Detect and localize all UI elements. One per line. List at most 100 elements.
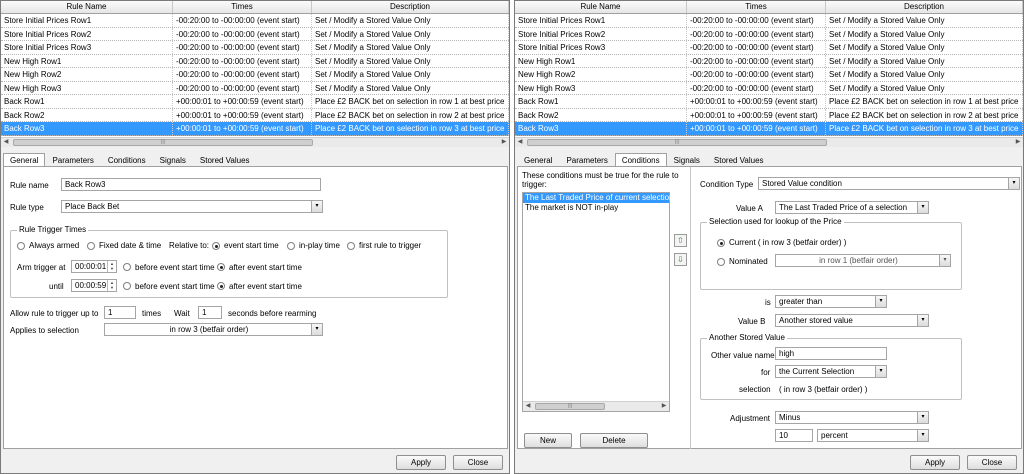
column-header[interactable]: Rule Name bbox=[1, 1, 173, 13]
scroll-right-icon[interactable]: ▶ bbox=[659, 402, 669, 411]
close-button[interactable]: Close bbox=[967, 455, 1017, 470]
table-row[interactable]: Store Initial Prices Row3 -00:20:00 to -0… bbox=[515, 41, 1023, 55]
scrollbar-thumb[interactable]: ||| bbox=[535, 403, 605, 410]
tab-stored-values[interactable]: Stored Values bbox=[707, 153, 771, 167]
tab-parameters[interactable]: Parameters bbox=[559, 153, 614, 167]
column-header[interactable]: Description bbox=[312, 1, 509, 13]
tab-parameters[interactable]: Parameters bbox=[45, 153, 100, 167]
apply-button[interactable]: Apply bbox=[910, 455, 960, 470]
chevron-down-icon[interactable]: ▾ bbox=[939, 255, 950, 266]
chevron-down-icon[interactable]: ▾ bbox=[875, 296, 886, 307]
chevron-down-icon[interactable]: ▾ bbox=[311, 324, 322, 335]
table-row[interactable]: Back Row2 +00:00:01 to +00:00:59 (event s… bbox=[515, 108, 1023, 122]
until-after-radio[interactable] bbox=[217, 282, 225, 290]
rule-name-input[interactable]: Back Row3 bbox=[61, 178, 321, 191]
list-item[interactable]: The Last Traded Price of current selecti… bbox=[523, 193, 674, 203]
table-row[interactable]: New High Row3 -00:20:00 to -00:00:00 (eve… bbox=[515, 81, 1023, 95]
delete-condition-button[interactable]: Delete bbox=[580, 433, 648, 448]
scroll-left-icon[interactable]: ◀ bbox=[523, 402, 533, 411]
time-spinner-icon[interactable]: ▲ ▼ bbox=[107, 280, 116, 291]
tab-conditions[interactable]: Conditions bbox=[614, 153, 667, 167]
other-value-name-input[interactable]: high bbox=[775, 347, 887, 360]
tab-general[interactable]: General bbox=[517, 153, 559, 167]
rule-type-select[interactable]: Place Back Bet ▾ bbox=[61, 200, 323, 213]
table-row[interactable]: New High Row1 -00:20:00 to -00:00:00 (eve… bbox=[515, 54, 1023, 68]
list-item[interactable]: The market is NOT in-play bbox=[523, 203, 669, 213]
chevron-down-icon[interactable]: ▾ bbox=[311, 201, 322, 212]
condition-type-value: Stored Value condition bbox=[762, 179, 842, 188]
event-start-radio[interactable] bbox=[212, 242, 220, 250]
until-label: until bbox=[49, 282, 64, 291]
fixed-date-radio[interactable] bbox=[87, 242, 95, 250]
move-up-icon[interactable]: ⇧ bbox=[674, 234, 687, 247]
nominated-value: in row 1 (betfair order) bbox=[819, 256, 898, 265]
scroll-right-icon[interactable]: ▶ bbox=[499, 138, 509, 147]
table-row[interactable]: New High Row2 -00:20:00 to -00:00:00 (eve… bbox=[1, 68, 509, 82]
adjustment-unit-select[interactable]: percent ▾ bbox=[817, 429, 929, 442]
nominated-select[interactable]: in row 1 (betfair order) ▾ bbox=[775, 254, 951, 267]
until-before-radio[interactable] bbox=[123, 282, 131, 290]
table-row[interactable]: Back Row3 +00:00:01 to +00:00:59 (event s… bbox=[1, 122, 509, 136]
column-header[interactable]: Description bbox=[826, 1, 1023, 13]
adjustment-select[interactable]: Minus ▾ bbox=[775, 411, 929, 424]
chevron-down-icon[interactable]: ▾ bbox=[917, 202, 928, 213]
column-header[interactable]: Times bbox=[687, 1, 826, 13]
wait-seconds-input[interactable]: 1 bbox=[198, 306, 222, 319]
table-row[interactable]: Back Row1 +00:00:01 to +00:00:59 (event s… bbox=[1, 95, 509, 109]
tab-signals[interactable]: Signals bbox=[153, 153, 193, 167]
value-b-select[interactable]: Another stored value ▾ bbox=[775, 314, 929, 327]
applies-to-select[interactable]: in row 3 (betfair order) ▾ bbox=[104, 323, 323, 336]
first-rule-radio[interactable] bbox=[347, 242, 355, 250]
always-armed-radio[interactable] bbox=[17, 242, 25, 250]
table-row[interactable]: Back Row1 +00:00:01 to +00:00:59 (event s… bbox=[515, 95, 1023, 109]
value-a-select[interactable]: The Last Traded Price of a selection ▾ bbox=[775, 201, 929, 214]
arm-before-radio[interactable] bbox=[123, 263, 131, 271]
for-selection-select[interactable]: the Current Selection ▾ bbox=[775, 365, 887, 378]
chevron-down-icon[interactable]: ▾ bbox=[875, 366, 886, 377]
table-row[interactable]: Store Initial Prices Row2 -00:20:00 to -0… bbox=[1, 27, 509, 41]
table-row[interactable]: Store Initial Prices Row3 -00:20:00 to -0… bbox=[1, 41, 509, 55]
apply-button[interactable]: Apply bbox=[396, 455, 446, 470]
table-row[interactable]: Back Row3 +00:00:01 to +00:00:59 (event s… bbox=[515, 122, 1023, 136]
tab-signals[interactable]: Signals bbox=[667, 153, 707, 167]
chevron-down-icon[interactable]: ▾ bbox=[1008, 178, 1019, 189]
table-row[interactable]: Back Row2 +00:00:01 to +00:00:59 (event s… bbox=[1, 108, 509, 122]
close-button[interactable]: Close bbox=[453, 455, 503, 470]
scroll-left-icon[interactable]: ◀ bbox=[1, 138, 11, 147]
table-row[interactable]: New High Row3 -00:20:00 to -00:00:00 (eve… bbox=[1, 81, 509, 95]
tab-general[interactable]: General bbox=[3, 153, 46, 167]
scroll-right-icon[interactable]: ▶ bbox=[1013, 138, 1023, 147]
table-row[interactable]: Store Initial Prices Row2 -00:20:00 to -0… bbox=[515, 27, 1023, 41]
chevron-down-icon[interactable]: ▾ bbox=[917, 315, 928, 326]
table-row[interactable]: New High Row2 -00:20:00 to -00:00:00 (eve… bbox=[515, 68, 1023, 82]
adjustment-amount-input[interactable]: 10 bbox=[775, 429, 813, 442]
column-header[interactable]: Rule Name bbox=[515, 1, 687, 13]
current-selection-radio[interactable] bbox=[717, 239, 725, 247]
table-row[interactable]: Store Initial Prices Row1 -00:20:00 to -0… bbox=[1, 14, 509, 28]
condition-type-select[interactable]: Stored Value condition ▾ bbox=[758, 177, 1020, 190]
column-header[interactable]: Times bbox=[173, 1, 312, 13]
scrollbar-thumb[interactable]: ||| bbox=[527, 139, 827, 146]
tab-conditions[interactable]: Conditions bbox=[101, 153, 153, 167]
table-row[interactable]: New High Row1 -00:20:00 to -00:00:00 (eve… bbox=[1, 54, 509, 68]
scrollbar-thumb[interactable]: ||| bbox=[13, 139, 313, 146]
in-play-radio[interactable] bbox=[287, 242, 295, 250]
grid-horizontal-scrollbar[interactable]: ◀ ||| ▶ bbox=[1, 137, 509, 147]
conditions-list[interactable]: The Last Traded Price of current selecti… bbox=[522, 192, 674, 412]
chevron-down-icon[interactable]: ▾ bbox=[917, 430, 928, 441]
conditions-scrollbar[interactable]: ◀ ||| ▶ bbox=[523, 401, 669, 411]
table-row[interactable]: Store Initial Prices Row1 -00:20:00 to -0… bbox=[515, 14, 1023, 28]
arm-trigger-time-input[interactable]: 00:00:01 ▲ ▼ bbox=[71, 260, 117, 273]
grid-horizontal-scrollbar[interactable]: ◀ ||| ▶ bbox=[515, 137, 1023, 147]
arm-after-radio[interactable] bbox=[217, 263, 225, 271]
tab-stored-values[interactable]: Stored Values bbox=[193, 153, 257, 167]
nominated-radio[interactable] bbox=[717, 258, 725, 266]
comparison-select[interactable]: greater than ▾ bbox=[775, 295, 887, 308]
time-spinner-icon[interactable]: ▲ ▼ bbox=[107, 261, 116, 272]
until-time-input[interactable]: 00:00:59 ▲ ▼ bbox=[71, 279, 117, 292]
new-condition-button[interactable]: New bbox=[524, 433, 572, 448]
move-down-icon[interactable]: ⇩ bbox=[674, 253, 687, 266]
allow-times-input[interactable]: 1 bbox=[104, 306, 136, 319]
scroll-left-icon[interactable]: ◀ bbox=[515, 138, 525, 147]
chevron-down-icon[interactable]: ▾ bbox=[917, 412, 928, 423]
